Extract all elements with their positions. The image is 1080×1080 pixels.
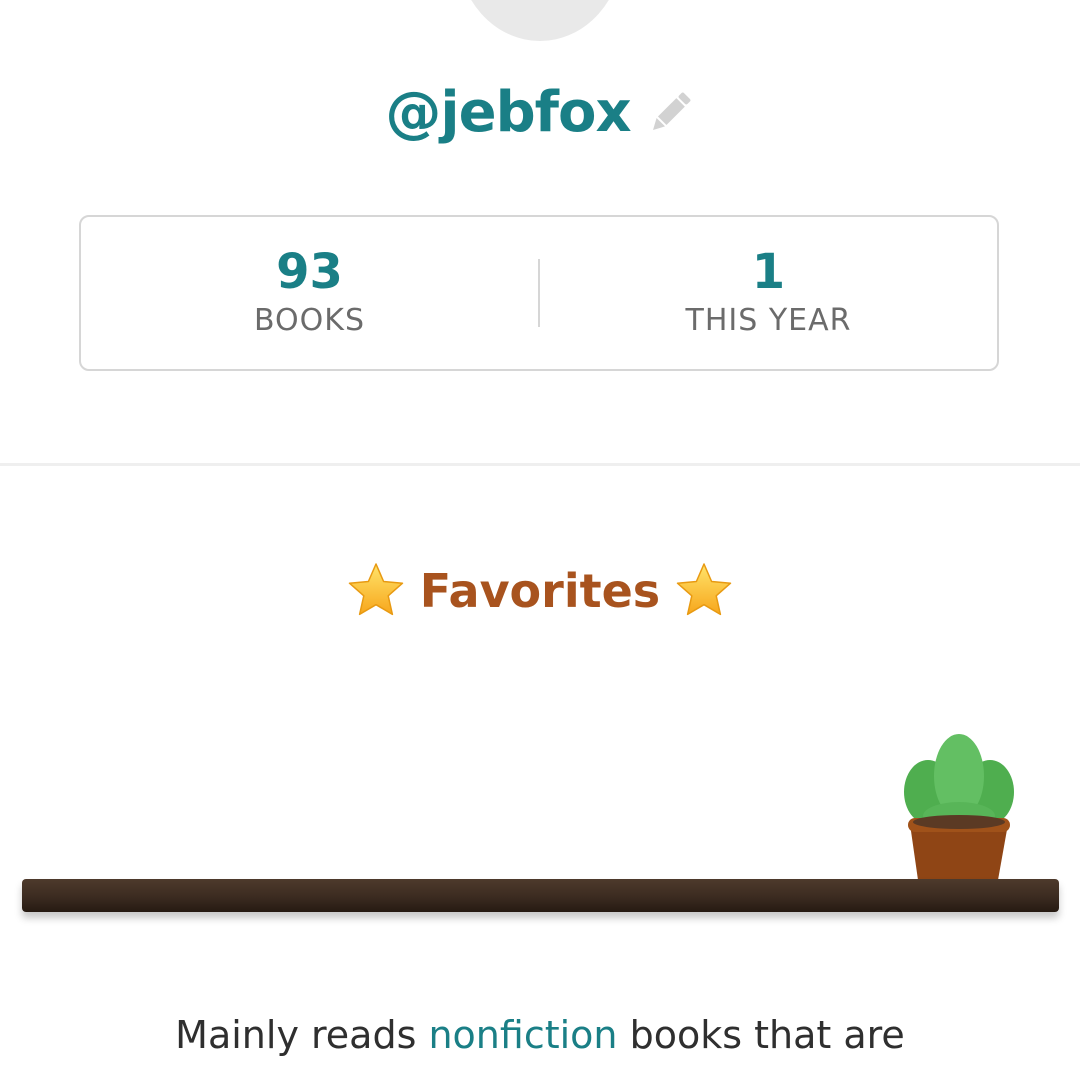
books-count: 93 (276, 244, 343, 300)
potted-plant-icon (898, 734, 1018, 884)
stats-card: 93 BOOKS 1 THIS YEAR (79, 215, 999, 371)
username: @jebfox (385, 80, 631, 145)
bio-suffix: books that are (617, 1013, 905, 1057)
star-icon (346, 561, 406, 621)
profile-page: @jebfox 93 BOOKS 1 THIS YEAR Favorites M… (0, 0, 1080, 1080)
star-icon (674, 561, 734, 621)
this-year-label: THIS YEAR (685, 303, 852, 338)
favorites-shelf (22, 879, 1059, 912)
favorites-title: Favorites (419, 564, 661, 618)
favorites-heading: Favorites (0, 556, 1080, 626)
username-row: @jebfox (0, 78, 1080, 148)
avatar[interactable] (457, 0, 623, 41)
stat-books[interactable]: 93 BOOKS (81, 245, 538, 341)
section-divider (0, 463, 1080, 466)
this-year-count: 1 (751, 244, 786, 300)
bio-text: Mainly reads nonfiction books that are (0, 1008, 1080, 1062)
pencil-icon[interactable] (645, 88, 695, 138)
books-label: BOOKS (254, 303, 365, 338)
bio-genre-link[interactable]: nonfiction (428, 1013, 617, 1057)
bio-prefix: Mainly reads (175, 1013, 429, 1057)
stat-this-year[interactable]: 1 THIS YEAR (540, 245, 997, 341)
